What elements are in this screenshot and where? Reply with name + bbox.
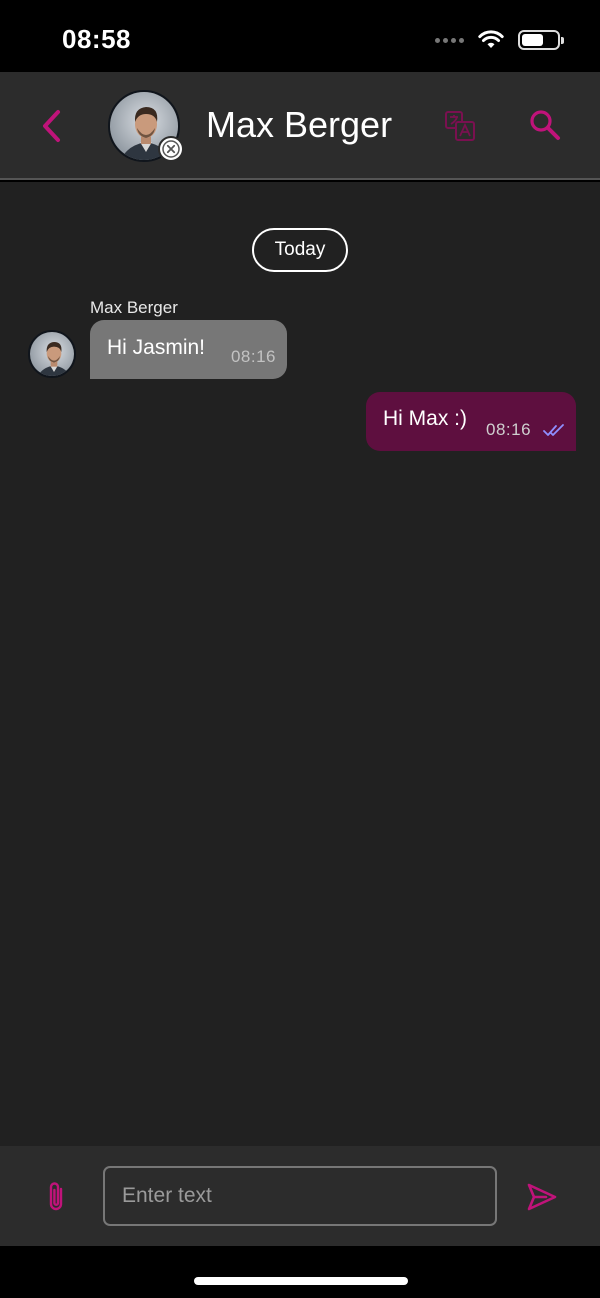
message-time: 08:16 (486, 420, 532, 439)
contact-avatar-button[interactable] (108, 90, 184, 164)
message-list[interactable]: Today Max Berger Hi Jasmin! 08:16 Hi Max… (0, 182, 600, 1146)
chat-header: Max Berger (0, 72, 600, 180)
home-indicator[interactable] (194, 1277, 408, 1285)
paperclip-icon (49, 1182, 63, 1211)
sender-name: Max Berger (90, 298, 178, 317)
status-icons (435, 30, 564, 50)
offline-x-icon (158, 136, 184, 162)
back-button[interactable] (34, 106, 68, 146)
battery-icon (518, 30, 564, 50)
chevron-left-icon (43, 110, 60, 142)
send-icon (527, 1183, 557, 1211)
translate-button[interactable] (444, 110, 476, 142)
status-bar: 08:58 (0, 0, 600, 72)
home-area (0, 1246, 600, 1298)
search-icon (530, 110, 560, 140)
attach-button[interactable] (42, 1180, 70, 1214)
sender-avatar[interactable] (28, 330, 76, 378)
wifi-icon (478, 30, 504, 48)
date-separator: Today (252, 228, 348, 272)
translate-icon (445, 111, 475, 141)
message-text: Hi Jasmin! (107, 336, 206, 359)
search-button[interactable] (528, 108, 562, 142)
composer-bar (0, 1146, 600, 1246)
double-check-icon (543, 424, 564, 436)
message-input[interactable] (103, 1166, 497, 1226)
incoming-message[interactable]: Hi Jasmin! 08:16 (90, 320, 287, 379)
outgoing-message[interactable]: Hi Max :) 08:16 (366, 392, 576, 451)
cellular-dots-icon (435, 37, 464, 43)
message-text: Hi Max :) (383, 407, 467, 430)
message-time: 08:16 (230, 347, 276, 366)
contact-name[interactable]: Max Berger (206, 104, 392, 146)
send-button[interactable] (526, 1182, 558, 1212)
status-time: 08:58 (62, 24, 131, 54)
